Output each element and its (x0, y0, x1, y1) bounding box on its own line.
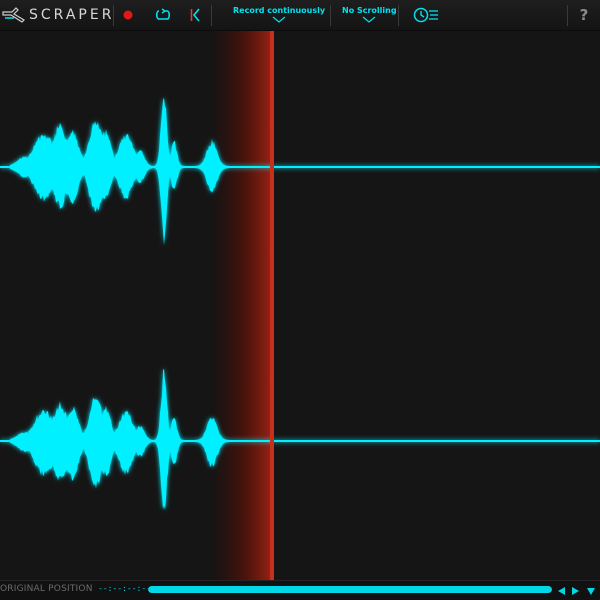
previous-button[interactable] (555, 584, 567, 597)
waveform-channel (0, 368, 600, 510)
toolbar-separator (567, 5, 568, 26)
playhead[interactable] (270, 31, 274, 580)
return-to-start-icon (189, 8, 201, 22)
waveform-display[interactable] (0, 31, 600, 580)
arrow-right-icon (571, 581, 580, 600)
position-readout: --:--:--:-- (98, 584, 151, 593)
waveform-shape (10, 368, 232, 510)
record-button[interactable] (120, 4, 136, 26)
arrow-left-icon (557, 581, 566, 600)
chevron-down-icon (362, 16, 376, 23)
loop-button[interactable] (153, 4, 173, 26)
next-button[interactable] (569, 584, 581, 597)
toolbar: SCRAPER Record continuously No Scrolling… (0, 0, 600, 31)
scraper-app: SCRAPER Record continuously No Scrolling… (0, 0, 600, 600)
waveform-channel (0, 97, 600, 246)
speed-button[interactable] (412, 4, 440, 26)
record-icon (122, 9, 134, 21)
scroll-down-button[interactable] (585, 584, 597, 597)
waveform-shape (10, 97, 232, 246)
clock-speed-icon (413, 6, 439, 24)
toolbar-separator (398, 5, 399, 26)
chevron-down-icon (272, 16, 286, 23)
position-bar: ORIGINAL POSITION --:--:--:-- (0, 580, 600, 600)
position-scrollbar-thumb[interactable] (148, 586, 552, 593)
toolbar-separator (211, 5, 212, 26)
scraper-blade-icon (2, 5, 28, 25)
original-position-label: ORIGINAL POSITION (0, 584, 93, 594)
app-title: SCRAPER (29, 7, 115, 23)
help-button[interactable]: ? (575, 4, 593, 26)
loop-icon (154, 8, 172, 22)
position-scrollbar[interactable] (148, 586, 552, 593)
return-to-start-button[interactable] (187, 4, 203, 26)
toolbar-separator (113, 5, 114, 26)
record-mode-dropdown[interactable]: Record continuously (233, 6, 325, 23)
scroll-mode-dropdown[interactable]: No Scrolling (342, 6, 397, 23)
app-logo: SCRAPER (2, 4, 114, 26)
record-mode-label: Record continuously (233, 6, 326, 15)
playhead-trail (210, 31, 272, 580)
arrow-down-icon (586, 581, 596, 600)
scroll-mode-label: No Scrolling (342, 6, 397, 15)
waveform-canvas[interactable] (0, 31, 600, 580)
toolbar-separator (330, 5, 331, 26)
